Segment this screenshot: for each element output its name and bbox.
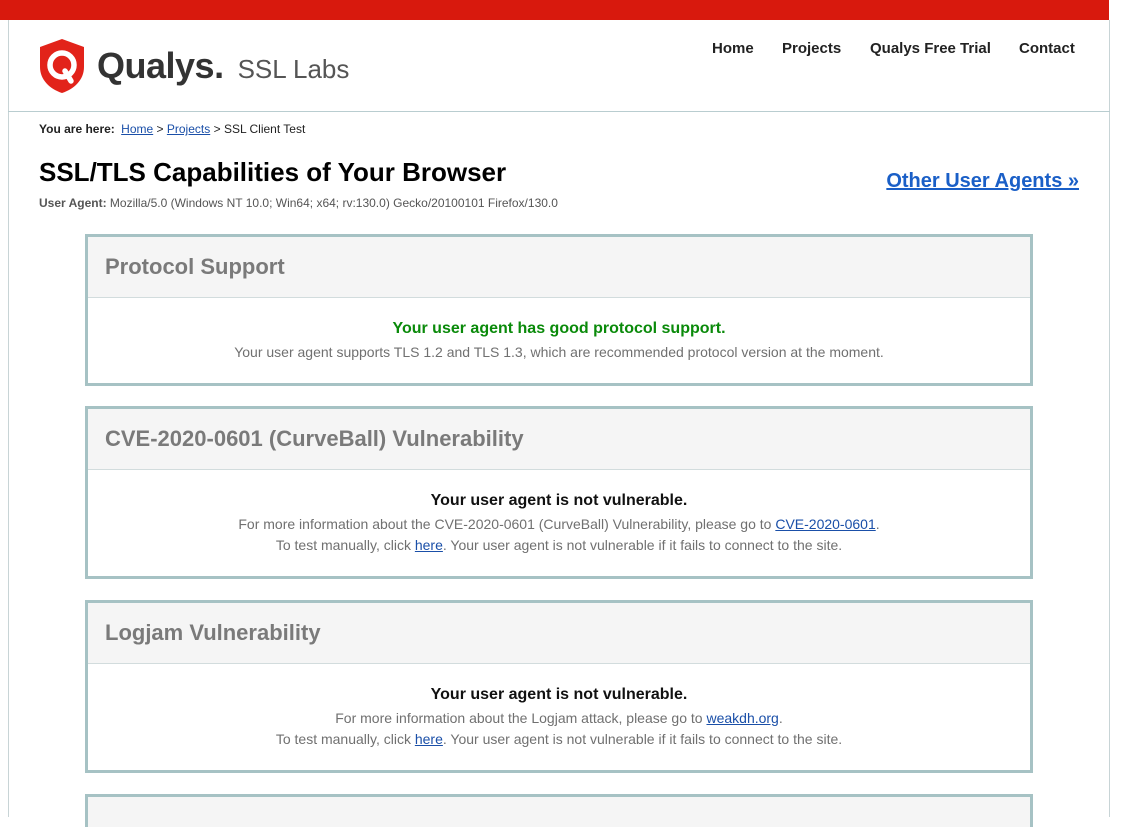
nav-free-trial[interactable]: Qualys Free Trial	[870, 40, 991, 57]
breadcrumb-current: SSL Client Test	[223, 122, 306, 136]
brand-name: Qualys.	[97, 45, 224, 86]
logjam-verdict: Your user agent is not vulnerable.	[430, 686, 688, 703]
top-red-bar	[0, 0, 1109, 20]
breadcrumb-prefix: You are here:	[39, 122, 115, 136]
curveball-test: To test manually, click here. Your user …	[275, 537, 843, 553]
logjam-test: To test manually, click here. Your user …	[275, 731, 843, 747]
curveball-test-link[interactable]: here	[415, 537, 443, 553]
breadcrumb: You are here: Home > Projects > SSL Clie…	[39, 122, 305, 136]
breadcrumb-projects[interactable]: Projects	[167, 122, 210, 136]
page-frame-right	[1109, 20, 1110, 817]
curveball-cve-link[interactable]: CVE-2020-0601	[775, 516, 875, 532]
page-title: SSL/TLS Capabilities of Your Browser	[39, 157, 507, 187]
user-agent-value: Mozilla/5.0 (Windows NT 10.0; Win64; x64…	[109, 196, 558, 210]
breadcrumb-separator: >	[213, 122, 221, 136]
brand-product: SSL Labs	[237, 53, 350, 84]
curveball-info: For more information about the CVE-2020-…	[238, 516, 880, 532]
breadcrumb-home[interactable]: Home	[121, 122, 153, 136]
other-user-agents-link[interactable]: Other User Agents »	[886, 170, 1079, 193]
page-frame-left	[8, 20, 9, 817]
curveball-verdict: Your user agent is not vulnerable.	[430, 492, 688, 509]
breadcrumb-separator: >	[156, 122, 164, 136]
nav-home[interactable]: Home	[712, 40, 754, 57]
weakdh-link[interactable]: weakdh.org	[706, 710, 778, 726]
shield-icon	[40, 39, 84, 93]
logjam-test-link[interactable]: here	[415, 731, 443, 747]
protocol-verdict: Your user agent has good protocol suppor…	[392, 320, 726, 337]
logjam-panel: Logjam Vulnerability Your user agent is …	[85, 600, 1033, 773]
panel-title: Protocol Support	[88, 237, 1030, 298]
header-divider	[8, 111, 1110, 112]
curveball-panel: CVE-2020-0601 (CurveBall) Vulnerability …	[85, 406, 1033, 579]
next-panel-partial	[85, 794, 1033, 827]
nav-projects[interactable]: Projects	[782, 40, 841, 57]
nav-contact[interactable]: Contact	[1019, 40, 1075, 57]
protocol-support-panel: Protocol Support Your user agent has goo…	[85, 234, 1033, 386]
user-agent-line: User Agent: Mozilla/5.0 (Windows NT 10.0…	[39, 196, 558, 210]
protocol-detail: Your user agent supports TLS 1.2 and TLS…	[234, 344, 884, 360]
panel-title: CVE-2020-0601 (CurveBall) Vulnerability	[88, 409, 1030, 470]
qualys-logo[interactable]: Qualys. SSL Labs	[38, 37, 349, 95]
panel-title: Logjam Vulnerability	[88, 603, 1030, 664]
logjam-info: For more information about the Logjam at…	[335, 710, 783, 726]
user-agent-label: User Agent:	[39, 196, 107, 210]
